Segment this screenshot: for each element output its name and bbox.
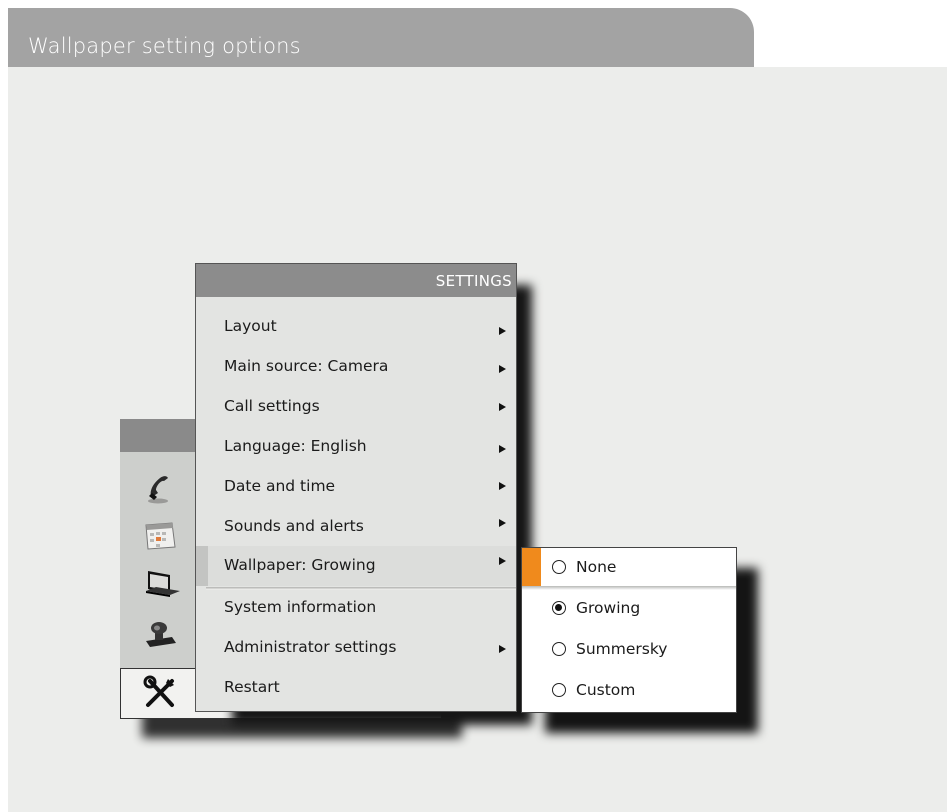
menu-item-label: Call settings [224,397,320,415]
option-label: None [576,558,617,576]
radio-button[interactable] [552,642,566,656]
menu-item-label: System information [224,598,377,616]
camera-icon[interactable] [142,615,178,651]
option-label: Summersky [576,640,668,658]
radio-button[interactable] [552,560,566,574]
settings-menu-header: SETTINGS [196,264,516,297]
wallpaper-option-none[interactable]: None [522,548,736,588]
menu-item-label: Language: English [224,437,367,455]
wallpaper-option-custom[interactable]: Custom [522,671,736,711]
title-tab: Wallpaper setting options [8,8,754,67]
settings-menu: SETTINGS Layout Main source: Camera Call… [195,263,517,712]
menu-item-label: Wallpaper: Growing [224,556,376,574]
menu-item-label: Restart [224,678,280,696]
menu-item-label: Sounds and alerts [224,517,364,535]
menu-item-wallpaper[interactable]: Wallpaper: Growing [196,546,516,586]
arrow-right-icon [499,445,506,453]
menu-item-system-information[interactable]: System information [196,588,516,628]
calendar-icon[interactable] [142,517,178,553]
arrow-right-icon [499,645,506,653]
arrow-right-icon [499,327,506,335]
highlight-marker [522,548,541,588]
menu-item-language[interactable]: Language: English [196,427,516,467]
menu-item-date-time[interactable]: Date and time [196,467,516,507]
wallpaper-option-summersky[interactable]: Summersky [522,630,736,670]
settings-menu-title: SETTINGS [435,272,512,290]
menu-item-label: Administrator settings [224,638,397,656]
menu-item-layout[interactable]: Layout [196,307,516,347]
menu-item-label: Main source: Camera [224,357,389,375]
option-label: Custom [576,681,636,699]
phone-icon[interactable] [142,471,178,507]
page-title: Wallpaper setting options [28,34,301,58]
menu-item-sounds[interactable]: Sounds and alerts [196,507,516,547]
wallpaper-submenu: None Growing Summersky Custom [521,547,737,713]
arrow-right-icon [499,519,506,527]
arrow-right-icon [499,403,506,411]
active-row-marker [196,546,208,586]
radio-button-selected[interactable] [552,601,566,615]
arrow-right-icon [499,557,506,565]
menu-item-label: Layout [224,317,277,335]
laptop-icon[interactable] [142,567,180,603]
menu-item-label: Date and time [224,477,336,495]
wallpaper-option-growing[interactable]: Growing [522,589,736,629]
menu-item-restart[interactable]: Restart [196,668,516,708]
tools-icon[interactable] [142,675,178,711]
option-label: Growing [576,599,641,617]
menu-item-main-source[interactable]: Main source: Camera [196,347,516,387]
radio-button[interactable] [552,683,566,697]
arrow-right-icon [499,482,506,490]
arrow-right-icon [499,365,506,373]
menu-item-administrator-settings[interactable]: Administrator settings [196,628,516,668]
menu-item-call-settings[interactable]: Call settings [196,387,516,427]
